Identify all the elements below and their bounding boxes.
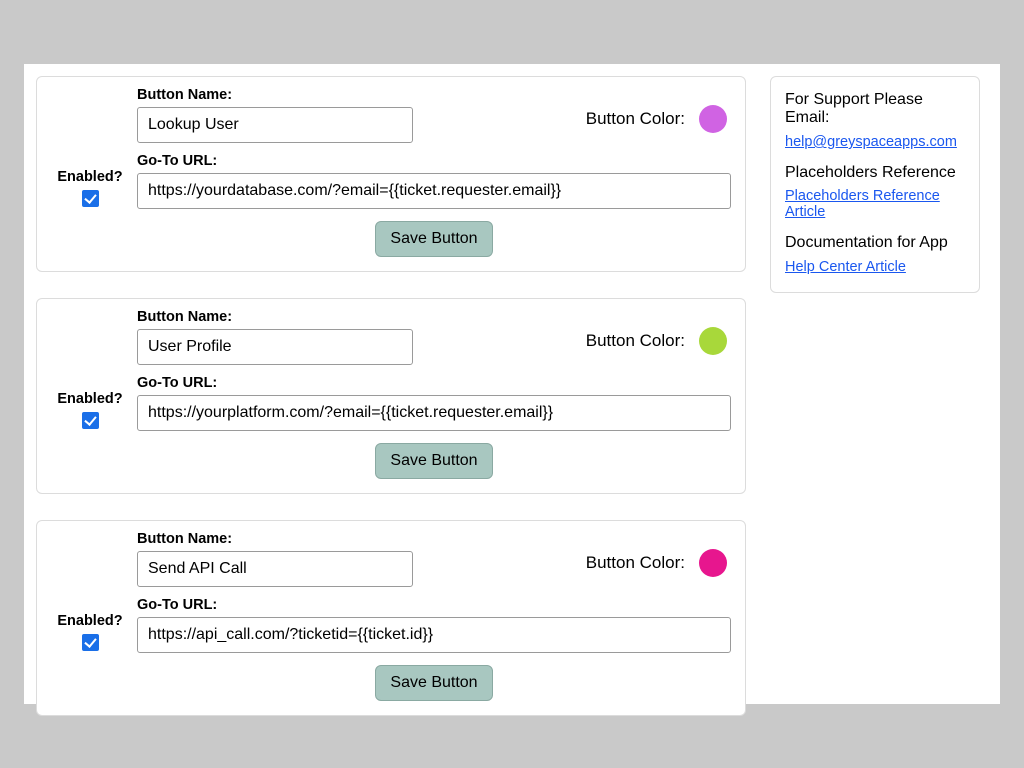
sidebar: For Support Please Email: help@greyspace… bbox=[770, 76, 980, 692]
fields-column: Button Name: Button Color: Go-To URL: Sa… bbox=[137, 309, 731, 479]
fields-column: Button Name: Button Color: Go-To URL: Sa… bbox=[137, 531, 731, 701]
top-row: Button Name: Button Color: bbox=[137, 531, 731, 587]
save-button[interactable]: Save Button bbox=[375, 443, 492, 479]
support-email-link[interactable]: help@greyspaceapps.com bbox=[785, 134, 957, 150]
enabled-checkbox[interactable] bbox=[82, 190, 99, 207]
name-block: Button Name: bbox=[137, 309, 413, 365]
button-config-card: Enabled? Button Name: Button Color: bbox=[36, 520, 746, 716]
url-block: Go-To URL: bbox=[137, 375, 731, 431]
button-config-card: Enabled? Button Name: Button Color: bbox=[36, 298, 746, 494]
enabled-checkbox[interactable] bbox=[82, 634, 99, 651]
goto-url-input[interactable] bbox=[137, 617, 731, 653]
color-swatch[interactable] bbox=[699, 327, 727, 355]
color-swatch[interactable] bbox=[699, 105, 727, 133]
support-heading: For Support Please Email: bbox=[785, 91, 965, 127]
button-name-input[interactable] bbox=[137, 329, 413, 365]
save-row: Save Button bbox=[137, 443, 731, 479]
button-name-label: Button Name: bbox=[137, 531, 413, 547]
help-card: For Support Please Email: help@greyspace… bbox=[770, 76, 980, 293]
button-color-label: Button Color: bbox=[586, 331, 685, 351]
enabled-column: Enabled? bbox=[51, 357, 129, 432]
save-row: Save Button bbox=[137, 665, 731, 701]
name-block: Button Name: bbox=[137, 87, 413, 143]
button-name-label: Button Name: bbox=[137, 87, 413, 103]
fields-column: Button Name: Button Color: Go-To URL: Sa… bbox=[137, 87, 731, 257]
enabled-label: Enabled? bbox=[57, 391, 122, 407]
color-swatch[interactable] bbox=[699, 549, 727, 577]
app-root: Enabled? Button Name: Button Color: bbox=[24, 64, 1000, 704]
docs-link[interactable]: Help Center Article bbox=[785, 259, 906, 275]
goto-url-label: Go-To URL: bbox=[137, 153, 731, 169]
enabled-label: Enabled? bbox=[57, 613, 122, 629]
save-button[interactable]: Save Button bbox=[375, 665, 492, 701]
enabled-checkbox[interactable] bbox=[82, 412, 99, 429]
name-block: Button Name: bbox=[137, 531, 413, 587]
placeholders-heading: Placeholders Reference bbox=[785, 164, 965, 182]
placeholders-link[interactable]: Placeholders Reference Article bbox=[785, 188, 965, 220]
goto-url-input[interactable] bbox=[137, 173, 731, 209]
enabled-column: Enabled? bbox=[51, 579, 129, 654]
url-block: Go-To URL: bbox=[137, 597, 731, 653]
color-block: Button Color: bbox=[586, 531, 731, 577]
button-name-label: Button Name: bbox=[137, 309, 413, 325]
button-name-input[interactable] bbox=[137, 551, 413, 587]
url-block: Go-To URL: bbox=[137, 153, 731, 209]
color-block: Button Color: bbox=[586, 309, 731, 355]
button-color-label: Button Color: bbox=[586, 109, 685, 129]
goto-url-input[interactable] bbox=[137, 395, 731, 431]
save-row: Save Button bbox=[137, 221, 731, 257]
enabled-label: Enabled? bbox=[57, 169, 122, 185]
button-config-list: Enabled? Button Name: Button Color: bbox=[36, 76, 746, 692]
top-row: Button Name: Button Color: bbox=[137, 87, 731, 143]
goto-url-label: Go-To URL: bbox=[137, 597, 731, 613]
button-config-card: Enabled? Button Name: Button Color: bbox=[36, 76, 746, 272]
docs-heading: Documentation for App bbox=[785, 234, 965, 252]
button-name-input[interactable] bbox=[137, 107, 413, 143]
color-block: Button Color: bbox=[586, 87, 731, 133]
save-button[interactable]: Save Button bbox=[375, 221, 492, 257]
button-color-label: Button Color: bbox=[586, 553, 685, 573]
goto-url-label: Go-To URL: bbox=[137, 375, 731, 391]
enabled-column: Enabled? bbox=[51, 135, 129, 210]
top-row: Button Name: Button Color: bbox=[137, 309, 731, 365]
